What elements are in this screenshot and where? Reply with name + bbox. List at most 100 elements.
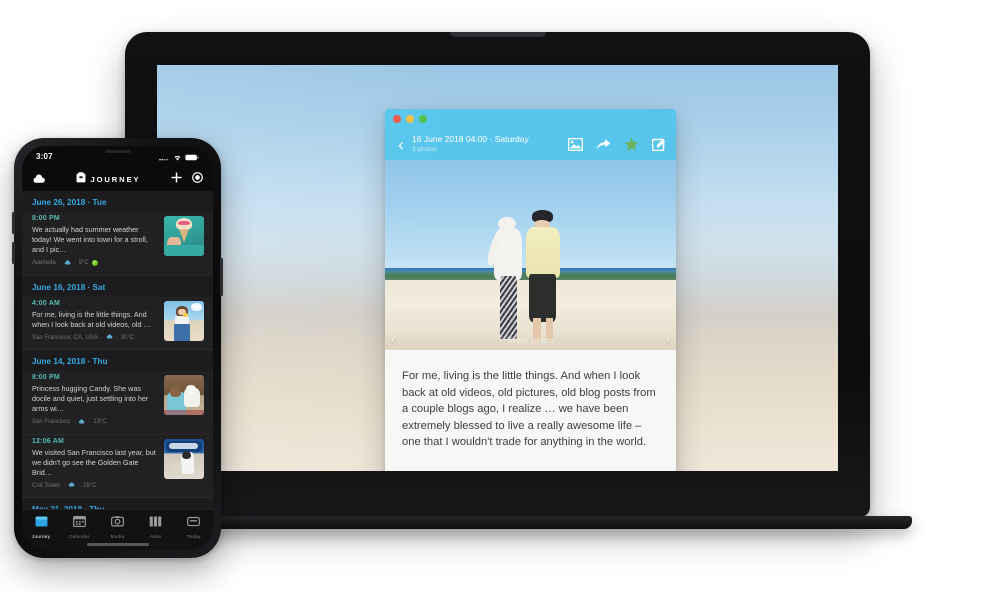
phone-volume-up-button[interactable] <box>12 212 15 234</box>
thumb-child-head <box>170 387 181 397</box>
list-item[interactable]: 12:06 AM We visited San Francisco last y… <box>22 434 213 499</box>
cloud-icon <box>68 482 75 489</box>
photo-prev-button[interactable]: ‹ <box>391 333 395 346</box>
laptop-lid-notch <box>449 32 546 37</box>
thumb-dog-head <box>186 384 196 393</box>
entry-photo[interactable]: Stock photo ‹ › <box>385 160 676 350</box>
entry-location: San Francisco, CA, USA <box>32 334 98 341</box>
brand-text: JOURNEY <box>90 174 141 184</box>
cloud-sync-button[interactable] <box>32 174 46 184</box>
tab-calendar[interactable]: Calendar <box>60 514 98 539</box>
tab-media[interactable]: Media <box>98 514 136 539</box>
meta-separator: · <box>58 260 61 267</box>
cloud-icon <box>78 419 85 426</box>
laptop-lid: ‹ 16 June 2018 04:00 · Saturday 3 photos <box>125 32 870 517</box>
thumb-dog-second <box>169 462 182 477</box>
entry-meta: Coit Tower · · 28°C <box>32 482 158 489</box>
meta-separator: · <box>100 334 103 341</box>
window-close-button[interactable] <box>393 114 401 123</box>
entry-meta: San Francisco · · 13°C <box>32 419 158 426</box>
entry-content: 8:00 PM Princess hugging Candy. She was … <box>32 374 164 426</box>
photo-next-button[interactable]: › <box>666 333 670 346</box>
app-brand: JOURNEY <box>46 170 171 188</box>
day-header: June 16, 2018 · Sat <box>22 275 213 297</box>
thumb-cloud <box>191 303 202 311</box>
entry-photo-count: 3 photos <box>412 146 437 153</box>
entry-snippet: Princess hugging Candy. She was docile a… <box>32 384 149 414</box>
entry-content: 4:00 AM For me, living is the little thi… <box>32 300 164 341</box>
signal-icon <box>159 148 170 166</box>
tab-journey[interactable]: Journey <box>22 514 60 539</box>
entry-location: San Francisco <box>32 419 71 426</box>
thumb-floor <box>164 410 204 415</box>
phone-volume-down-button[interactable] <box>12 242 15 264</box>
day-header: June 14, 2018 · Thu <box>22 350 213 372</box>
meta-separator-2: · <box>115 334 118 341</box>
entries-feed[interactable]: June 26, 2018 · Tue 8:00 PM We actually … <box>22 191 213 509</box>
entry-snippet: We visited San Francisco last year, but … <box>32 447 156 478</box>
entry-thumbnail[interactable] <box>164 438 204 479</box>
day-header: June 26, 2018 · Tue <box>22 191 213 212</box>
entry-time: 4:00 AM <box>32 299 60 307</box>
notch-speaker <box>104 150 131 153</box>
entry-time: 8:00 PM <box>32 215 60 222</box>
entry-thumbnail[interactable] <box>164 216 204 256</box>
share-icon[interactable] <box>596 138 611 151</box>
phone-body: 3:07 JOURNEY June 26, 2018 · Tue 8:00 PM… <box>12 138 223 558</box>
app-header: JOURNEY <box>22 167 213 191</box>
clock-icon[interactable] <box>192 170 203 188</box>
entry-toolbar: ‹ 16 June 2018 04:00 · Saturday 3 photos <box>385 128 676 160</box>
entry-thumbnail[interactable] <box>164 375 204 416</box>
tab-atlas[interactable]: Atlas <box>137 514 175 539</box>
phone-power-button[interactable] <box>220 258 223 296</box>
home-indicator[interactable] <box>86 543 149 546</box>
photo-man-shorts <box>529 274 557 322</box>
entry-date-title: 16 June 2018 04:00 · Saturday <box>412 134 529 144</box>
tab-label: Calendar <box>68 534 90 539</box>
photo-woman-pants <box>499 275 518 339</box>
meta-separator: · <box>73 419 76 426</box>
window-maximize-button[interactable] <box>419 114 427 123</box>
entry-temperature: 28°C <box>83 482 97 489</box>
entry-meta: San Francisco, CA, USA · · 30°C <box>32 334 158 341</box>
thumb-icecream-sauce <box>178 220 190 225</box>
photo-navigation: ‹ › <box>385 333 676 346</box>
media-icon <box>111 514 124 532</box>
photo-man-shirt <box>526 226 560 278</box>
tab-today[interactable]: Today <box>175 514 213 539</box>
atlas-icon <box>149 514 162 532</box>
meta-separator: · <box>63 482 66 489</box>
list-item[interactable]: ★ 4:00 AM For me, living is the little t… <box>22 296 213 351</box>
calendar-icon <box>72 514 86 532</box>
day-header: May 31, 2018 · Thu <box>22 498 213 509</box>
list-item[interactable]: 8:00 PM Princess hugging Candy. She was … <box>22 371 213 435</box>
cloud-icon <box>64 260 71 267</box>
tab-label: Today <box>187 534 201 539</box>
journey-icon <box>35 514 48 532</box>
header-actions <box>171 170 203 188</box>
entry-thumbnail[interactable] <box>164 300 204 341</box>
phone-notch <box>80 146 155 160</box>
entry-content: 12:06 AM We visited San Francisco last y… <box>32 438 164 490</box>
cloud-icon <box>106 334 113 341</box>
list-item[interactable]: 8:00 PM We actually had summer weather t… <box>22 212 213 276</box>
status-bar: 3:07 <box>22 146 213 167</box>
status-time: 3:07 <box>36 152 53 161</box>
entry-temperature: 30°C <box>120 334 135 341</box>
phone-screen: 3:07 JOURNEY June 26, 2018 · Tue 8:00 PM… <box>22 146 213 550</box>
journey-logo-icon <box>76 170 86 188</box>
battery-icon <box>185 148 199 166</box>
back-button[interactable]: ‹ <box>393 136 409 153</box>
meta-separator-2: · <box>78 482 81 489</box>
window-minimize-button[interactable] <box>406 114 414 123</box>
status-indicators <box>159 148 199 166</box>
star-icon[interactable] <box>624 137 639 151</box>
photos-icon[interactable] <box>568 137 583 151</box>
edit-icon[interactable] <box>652 138 666 151</box>
plus-icon[interactable] <box>171 170 182 188</box>
entry-location: Coit Tower <box>32 482 61 489</box>
entry-snippet: We actually had summer weather today! We… <box>32 225 148 255</box>
journey-desktop-window: ‹ 16 June 2018 04:00 · Saturday 3 photos <box>385 109 676 471</box>
meta-separator-2: · <box>88 419 91 426</box>
entry-time: 8:00 PM <box>32 374 60 382</box>
